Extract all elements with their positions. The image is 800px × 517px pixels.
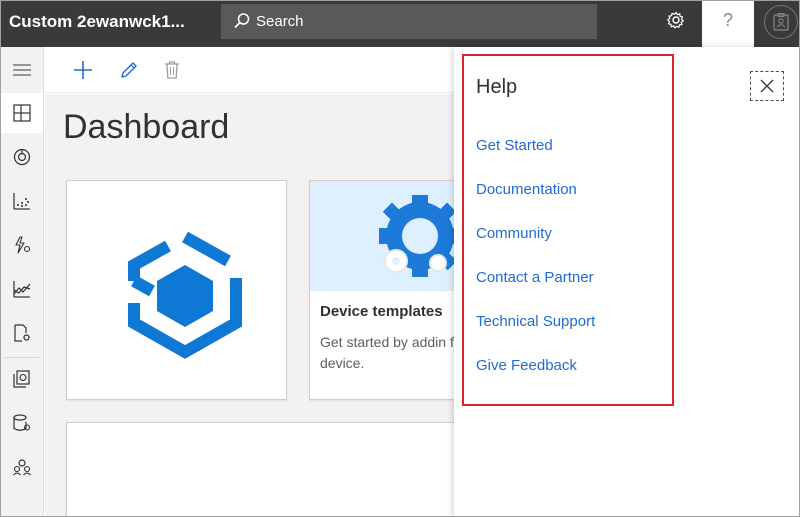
device-templates-icon [13, 370, 30, 388]
left-navigation [1, 47, 44, 516]
nav-item-explorer[interactable] [1, 269, 43, 309]
app-title[interactable]: Custom 2ewanwck1... [9, 12, 185, 32]
help-panel-title: Help [476, 76, 518, 98]
nav-item-devices[interactable] [1, 137, 43, 177]
nav-item-device-templates[interactable] [1, 359, 43, 399]
delete-icon [165, 61, 179, 79]
iot-central-logo [128, 231, 242, 359]
dashboard-icon [13, 104, 31, 122]
gear-icon [667, 11, 684, 29]
dashboard-main: Dashboard Device templates Get started b… [45, 94, 509, 516]
help-link-get-started[interactable]: Get Started [476, 137, 553, 154]
help-link-contact-partner[interactable]: Contact a Partner [476, 269, 594, 286]
edit-icon [121, 62, 137, 78]
rules-icon [15, 236, 31, 254]
help-button[interactable]: ? [702, 1, 754, 47]
nav-item-analytics[interactable] [1, 181, 43, 221]
search-label: Search [256, 13, 304, 30]
search-box[interactable]: Search [221, 4, 597, 39]
hamburger-icon [13, 64, 31, 76]
nav-item-data-export[interactable] [1, 403, 43, 443]
nav-item-rules[interactable] [1, 225, 43, 265]
page-title: Dashboard [63, 108, 230, 146]
data-export-icon [13, 414, 31, 431]
application-window: Custom 2ewanwck1... Search ? Dashboard D… [0, 0, 800, 517]
add-icon [74, 61, 92, 79]
help-link-documentation[interactable]: Documentation [476, 181, 577, 198]
users-icon [13, 459, 31, 476]
help-icon: ? [723, 10, 734, 30]
settings-button[interactable] [661, 6, 691, 36]
nav-item-administration[interactable] [1, 447, 43, 487]
nav-item-jobs[interactable] [1, 313, 43, 353]
chart-icon [13, 281, 31, 298]
nav-menu-toggle[interactable] [1, 51, 43, 91]
help-link-technical-support[interactable]: Technical Support [476, 313, 595, 330]
help-link-give-feedback[interactable]: Give Feedback [476, 357, 577, 374]
avatar-icon [773, 13, 789, 31]
search-icon [234, 13, 250, 29]
add-button[interactable] [70, 57, 96, 83]
close-panel-button[interactable] [750, 71, 784, 101]
device-templates-heading: Device templates [320, 303, 443, 320]
help-panel: Help Get Started Documentation Community… [454, 47, 799, 516]
close-icon [760, 79, 774, 93]
avatar[interactable] [764, 5, 798, 39]
jobs-icon [14, 324, 30, 342]
dashboard-toolbar [45, 47, 465, 93]
analytics-icon [13, 193, 30, 210]
nav-item-dashboard[interactable] [1, 93, 43, 133]
dashboard-tile [66, 422, 486, 516]
iot-central-logo-card [66, 180, 287, 400]
delete-button[interactable] [159, 57, 185, 83]
edit-button[interactable] [116, 57, 142, 83]
help-link-community[interactable]: Community [476, 225, 552, 242]
device-icon [13, 148, 31, 166]
top-bar: Custom 2ewanwck1... Search ? [1, 1, 799, 47]
nav-divider [5, 357, 39, 358]
